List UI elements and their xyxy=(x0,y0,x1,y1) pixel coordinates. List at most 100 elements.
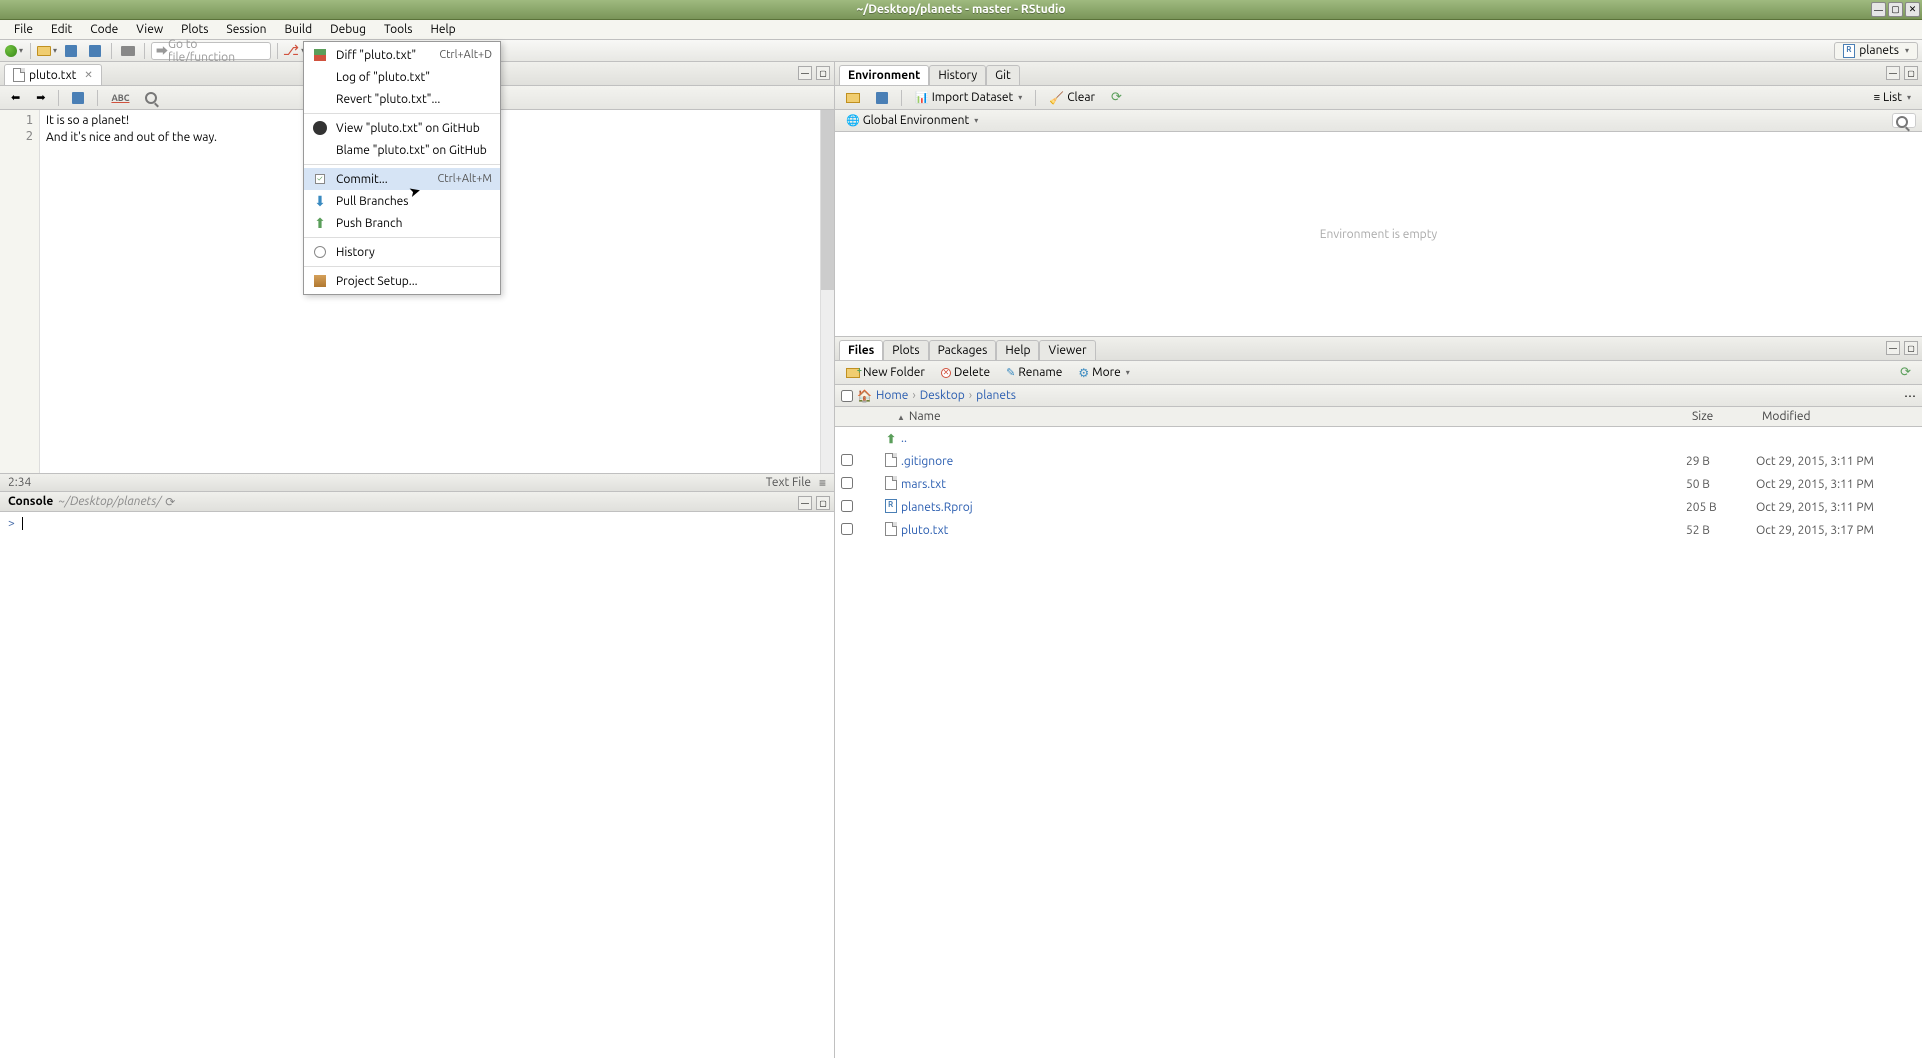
project-button[interactable]: planets▾ xyxy=(1834,42,1918,60)
file-icon xyxy=(13,68,25,82)
git-pull-item[interactable]: ⬇Pull Branches xyxy=(304,190,500,212)
save-workspace-button[interactable] xyxy=(871,90,893,106)
tab-files[interactable]: Files xyxy=(839,340,883,360)
new-folder-button[interactable]: New Folder xyxy=(841,364,930,381)
git-menu-button[interactable]: ⎇▾ xyxy=(284,42,304,60)
save-source-button[interactable] xyxy=(67,90,89,106)
file-type-label[interactable]: Text File xyxy=(766,476,811,489)
delete-button[interactable]: ✕ Delete xyxy=(936,364,995,381)
minimize-pane-button[interactable]: — xyxy=(798,66,812,80)
tab-history[interactable]: History xyxy=(929,65,986,85)
maximize-pane-button[interactable]: ▢ xyxy=(816,66,830,80)
minimize-pane-button[interactable]: — xyxy=(1886,341,1900,355)
env-pane-controls: — ▢ xyxy=(1886,66,1918,80)
file-name[interactable]: pluto.txt xyxy=(901,524,1686,537)
print-button[interactable] xyxy=(118,42,138,60)
git-view-github-item[interactable]: View "pluto.txt" on GitHub xyxy=(304,117,500,139)
menu-view[interactable]: View xyxy=(128,21,171,38)
file-modified: Oct 29, 2015, 3:17 PM xyxy=(1756,524,1916,537)
tab-help[interactable]: Help xyxy=(996,340,1039,360)
view-mode-button[interactable]: ≡ List▾ xyxy=(1869,89,1916,106)
env-search[interactable] xyxy=(1892,114,1916,127)
editor-tab-pluto[interactable]: pluto.txt ✕ xyxy=(4,64,102,85)
file-checkbox[interactable] xyxy=(841,523,853,535)
refresh-env-button[interactable]: ⟳ xyxy=(1106,88,1127,107)
breadcrumb-home[interactable]: Home xyxy=(876,389,908,402)
menu-debug[interactable]: Debug xyxy=(322,21,374,38)
file-checkbox[interactable] xyxy=(841,454,853,466)
menu-file[interactable]: File xyxy=(6,21,41,38)
file-checkbox[interactable] xyxy=(841,477,853,489)
file-row-parent[interactable]: ⬆ .. xyxy=(835,427,1922,450)
more-button[interactable]: ⚙ More▾ xyxy=(1073,364,1134,382)
git-commit-item[interactable]: Commit...Ctrl+Alt+M xyxy=(304,168,500,190)
editor-scrollbar[interactable] xyxy=(820,110,834,473)
file-name[interactable]: planets.Rproj xyxy=(901,501,1686,514)
select-all-checkbox[interactable] xyxy=(841,390,853,402)
maximize-button[interactable]: ▢ xyxy=(1888,2,1903,17)
breadcrumb-planets[interactable]: planets xyxy=(976,389,1016,402)
refresh-icon: ⟳ xyxy=(1111,90,1122,105)
git-diff-item[interactable]: Diff "pluto.txt"Ctrl+Alt+D xyxy=(304,44,500,66)
col-modified-header[interactable]: Modified xyxy=(1762,410,1922,423)
git-blame-github-item[interactable]: Blame "pluto.txt" on GitHub xyxy=(304,139,500,161)
tab-plots[interactable]: Plots xyxy=(883,340,928,360)
git-history-item[interactable]: History xyxy=(304,241,500,263)
load-workspace-button[interactable] xyxy=(841,91,865,105)
maximize-pane-button[interactable]: ▢ xyxy=(816,496,830,510)
editor-statusbar: 2:34 Text File ≡ xyxy=(0,473,834,491)
rename-button[interactable]: ✎ Rename xyxy=(1001,364,1067,381)
git-revert-item[interactable]: Revert "pluto.txt"... xyxy=(304,88,500,110)
menu-code[interactable]: Code xyxy=(82,21,126,38)
tab-environment[interactable]: Environment xyxy=(839,65,929,85)
minimize-pane-button[interactable]: — xyxy=(798,496,812,510)
menu-session[interactable]: Session xyxy=(218,21,274,38)
import-dataset-button[interactable]: 📊 Import Dataset▾ xyxy=(910,89,1027,106)
forward-button[interactable]: ➡ xyxy=(31,89,50,106)
tab-git[interactable]: Git xyxy=(986,65,1020,85)
refresh-files-button[interactable]: ⟳ xyxy=(1895,363,1916,382)
menu-help[interactable]: Help xyxy=(422,21,463,38)
minimize-button[interactable]: — xyxy=(1871,2,1886,17)
tab-packages[interactable]: Packages xyxy=(929,340,997,360)
maximize-pane-button[interactable]: ▢ xyxy=(1904,66,1918,80)
tab-viewer[interactable]: Viewer xyxy=(1039,340,1095,360)
menu-plots[interactable]: Plots xyxy=(173,21,216,38)
new-file-button[interactable]: ▾ xyxy=(4,42,24,60)
menu-tools[interactable]: Tools xyxy=(376,21,421,38)
save-button[interactable] xyxy=(61,42,81,60)
col-name-header[interactable]: ▲Name xyxy=(835,410,1692,423)
menu-edit[interactable]: Edit xyxy=(43,21,80,38)
spellcheck-button[interactable]: ABC xyxy=(106,91,134,105)
goto-file-input[interactable]: ⮕ Go to file/function xyxy=(151,42,271,60)
menu-build[interactable]: Build xyxy=(277,21,321,38)
breadcrumb-desktop[interactable]: Desktop xyxy=(920,389,965,402)
close-tab-icon[interactable]: ✕ xyxy=(84,69,92,81)
maximize-pane-button[interactable]: ▢ xyxy=(1904,341,1918,355)
file-name[interactable]: .. xyxy=(901,432,1686,445)
breadcrumb-more-button[interactable]: ⋯ xyxy=(1904,389,1916,403)
file-name[interactable]: .gitignore xyxy=(901,455,1686,468)
clear-env-button[interactable]: 🧹 Clear xyxy=(1044,89,1100,107)
git-push-item[interactable]: ⬆Push Branch xyxy=(304,212,500,234)
file-size: 52 B xyxy=(1686,524,1756,537)
file-checkbox[interactable] xyxy=(841,500,853,512)
rproj-icon xyxy=(1843,44,1855,58)
home-icon[interactable]: 🏠 xyxy=(857,389,872,403)
env-scope-select[interactable]: 🌐 Global Environment▾ xyxy=(841,112,983,129)
console-body[interactable]: > xyxy=(0,512,834,1058)
file-type-dropdown-icon[interactable]: ≡ xyxy=(819,476,826,490)
console-clear-icon[interactable]: ⟳ xyxy=(165,495,175,509)
open-button[interactable]: ▾ xyxy=(37,42,57,60)
git-log-item[interactable]: Log of "pluto.txt" xyxy=(304,66,500,88)
close-window-button[interactable]: ✕ xyxy=(1905,2,1920,17)
find-button[interactable] xyxy=(140,90,162,106)
back-button[interactable]: ⬅ xyxy=(6,89,25,106)
file-name[interactable]: mars.txt xyxy=(901,478,1686,491)
scrollbar-thumb[interactable] xyxy=(821,110,834,290)
save-all-button[interactable] xyxy=(85,42,105,60)
git-project-setup-item[interactable]: Project Setup... xyxy=(304,270,500,292)
col-size-header[interactable]: Size xyxy=(1692,410,1762,423)
minimize-pane-button[interactable]: — xyxy=(1886,66,1900,80)
env-body: Environment is empty xyxy=(835,132,1922,336)
